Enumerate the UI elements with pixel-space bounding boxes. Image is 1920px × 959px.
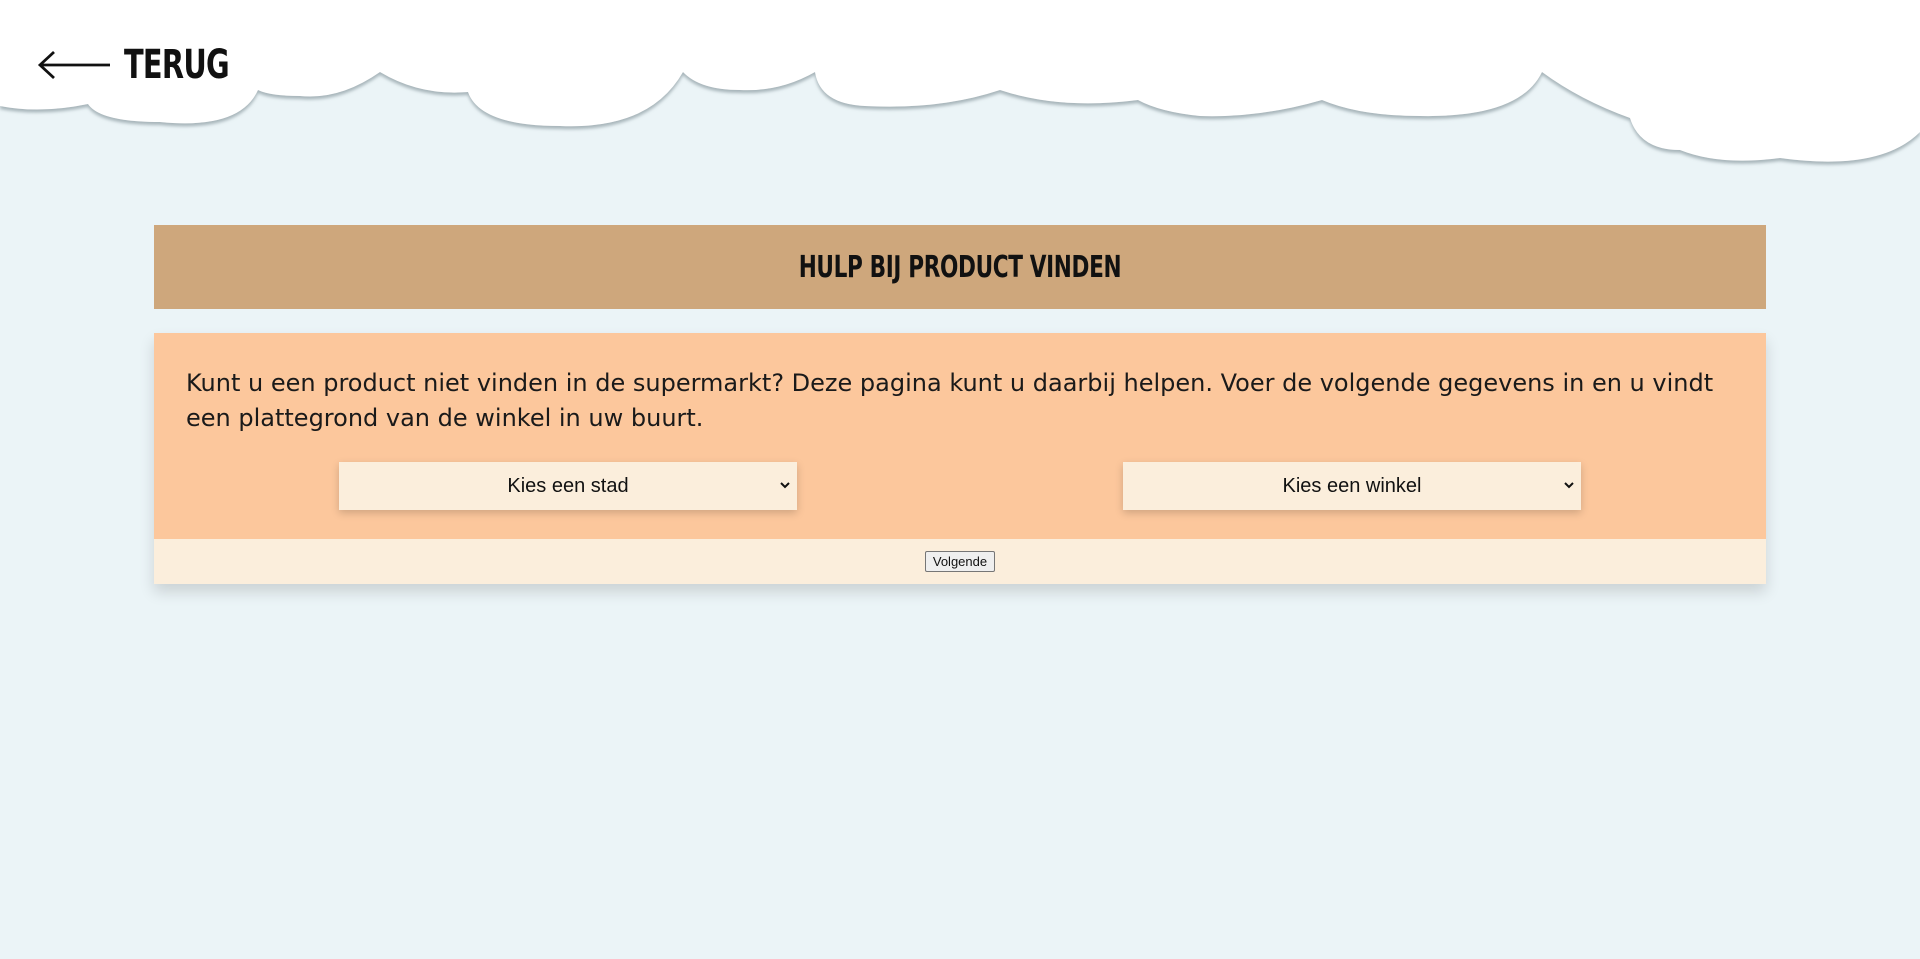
city-select[interactable]: Kies een stad — [339, 462, 797, 510]
form-card: Kunt u een product niet vinden in de sup… — [154, 333, 1766, 584]
shop-select[interactable]: Kies een winkel — [1123, 462, 1581, 510]
next-button[interactable]: Volgende — [924, 551, 996, 572]
back-label: TERUG — [124, 42, 230, 88]
city-select-value: Kies een stad — [507, 474, 629, 497]
chevron-down-icon — [780, 482, 790, 489]
page-title: HULP BIJ PRODUCT VINDEN — [798, 249, 1122, 285]
shop-select-value: Kies een winkel — [1282, 474, 1422, 497]
title-bar: HULP BIJ PRODUCT VINDEN — [154, 225, 1766, 309]
select-row: Kies een stad Kies een winkel — [186, 462, 1734, 522]
form-footer: Volgende — [154, 539, 1766, 584]
page: TERUG HULP BIJ PRODUCT VINDEN Kunt u een… — [0, 0, 1920, 959]
intro-text: Kunt u een product niet vinden in de sup… — [186, 369, 1714, 432]
form-body: Kunt u een product niet vinden in de sup… — [154, 333, 1766, 539]
back-link[interactable]: TERUG — [36, 38, 270, 92]
chevron-down-icon — [1564, 482, 1574, 489]
arrow-left-icon — [37, 50, 110, 80]
cloud-header — [0, 0, 1920, 162]
